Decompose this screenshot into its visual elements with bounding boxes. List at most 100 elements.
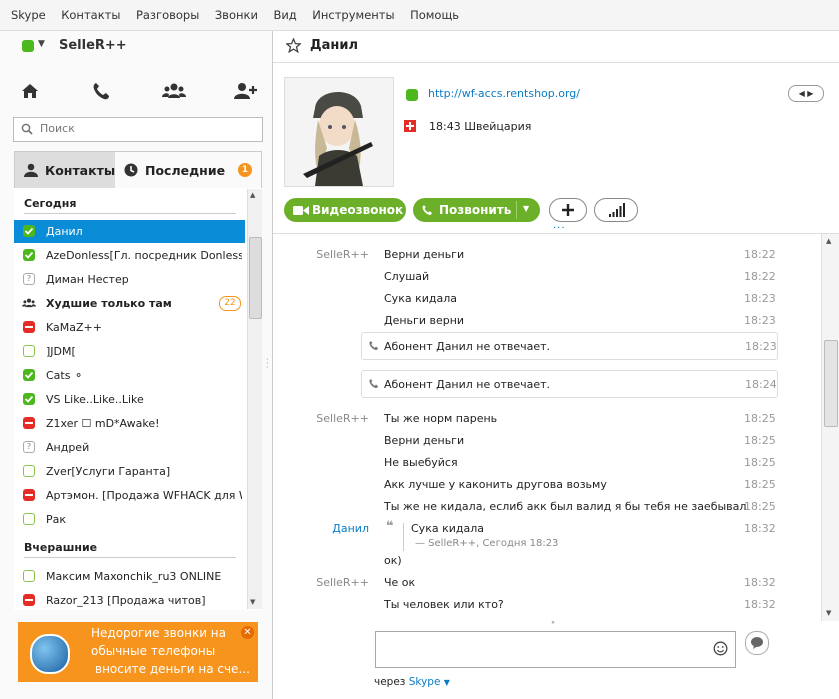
user-status-button[interactable]: ▼ [19,38,49,54]
chat-scrollbar[interactable]: ▲ ▼ [821,234,839,621]
busy-status-icon [23,489,35,501]
contact-item[interactable]: ? Андрей [14,436,245,459]
contact-name: Максим Maxonchik_ru3 ONLINE [46,570,222,583]
menu-contacts[interactable]: Контакты [61,8,120,22]
menu-view[interactable]: Вид [273,8,296,22]
contact-name: Худшие только там [46,297,172,310]
contact-item[interactable]: Cats ⚬ [14,364,245,387]
contact-list-scrollbar[interactable]: ▲ ▼ [247,189,262,609]
message-time: 18:22 [744,270,776,283]
contact-item[interactable]: VS Like..Like..Like [14,388,245,411]
contact-name: Диман Нестер [46,273,129,286]
message-text: Ты человек или кто? [384,598,504,611]
search-box[interactable] [13,117,263,142]
contact-name: Артэмон. [Продажа WFHACK для WF] [46,489,242,502]
menu-tools[interactable]: Инструменты [312,8,394,22]
home-icon[interactable] [20,81,44,103]
add-to-call-button[interactable] [549,198,587,222]
quote-source: — SelleR++, Сегодня 18:23 [415,538,559,549]
message-time: 18:22 [744,248,776,261]
message-row: Верни деньги 18:25 [273,429,823,451]
contact-item[interactable]: Максим Maxonchik_ru3 ONLINE [14,565,245,588]
star-icon[interactable] [286,38,301,53]
profile-nav-arrows[interactable]: ◀ ▶ [788,85,824,102]
via-label: через [374,676,406,688]
avatar[interactable] [284,77,394,187]
contact-item[interactable]: KaMaZ++ [14,316,245,339]
chevron-down-icon[interactable]: ▼ [444,678,450,687]
contact-item[interactable]: Данил [14,220,245,243]
scroll-down-arrow[interactable]: ▼ [250,598,255,606]
menu-conversations[interactable]: Разговоры [136,8,199,22]
divider [273,233,839,234]
scroll-up-arrow[interactable]: ▲ [826,237,831,245]
chevron-down-icon[interactable]: ▼ [523,204,529,213]
menu-help[interactable]: Помощь [410,8,459,22]
quote-icon: ❝ [386,519,394,534]
phone-icon[interactable] [91,81,115,103]
tab-contacts[interactable]: Контакты [14,151,116,188]
message-list: SelleR++ Верни деньги 18:22 Слушай 18:22 Сука… [273,243,823,623]
message-text: Сука кидала [384,292,457,305]
scrollbar-thumb[interactable] [824,340,838,427]
contact-item[interactable]: Артэмон. [Продажа WFHACK для WF] [14,484,245,507]
menu-calls[interactable]: Звонки [215,8,258,22]
phone-icon [422,205,432,215]
contact-name: ]JDM[ [46,345,76,358]
call-label: Позвонить [439,203,512,217]
busy-status-icon [23,594,35,606]
search-input[interactable] [38,121,257,136]
contact-item[interactable]: Razor_213 [Продажа читов] [14,589,245,612]
contact-item[interactable]: AzeDonless[Гл. посредник DonlessHa... [14,244,245,267]
contact-item[interactable]: ]JDM[ [14,340,245,363]
emoticon-icon[interactable] [713,641,728,656]
message-sender: SelleR++ [316,248,369,261]
local-time: 18:43 Швейцария [429,120,532,133]
contact-name: Андрей [46,441,90,454]
chat-title: Данил [310,38,358,53]
plus-icon [562,204,574,216]
offline-status-icon [23,513,35,525]
message-time: 18:25 [744,434,776,447]
online-status-icon [23,369,35,381]
send-button[interactable] [745,631,769,655]
message-text: Акк лучше у каконить другова возьму [384,478,607,491]
splitter-handle[interactable]: · · · [266,356,270,372]
ad-line-2: обычные телефоны [91,644,216,658]
message-input[interactable] [379,635,703,665]
contact-item[interactable]: ? Диман Нестер [14,268,245,291]
contact-item[interactable]: Рак [14,508,245,531]
scroll-down-arrow[interactable]: ▼ [826,609,831,617]
contact-item[interactable]: Худшие только там 22 [14,292,245,315]
group-icon[interactable] [162,81,186,103]
close-icon[interactable]: ✕ [241,626,254,639]
website-link[interactable]: http://wf-accs.rentshop.org/ [428,87,580,100]
call-button[interactable]: Позвонить ▼ [413,198,540,222]
contact-item[interactable]: Z1xer ☐ mD*Awake! [14,412,245,435]
add-contact-icon[interactable] [233,81,257,103]
busy-status-icon [23,321,35,333]
message-row: SelleR++ Че ок 18:32 [273,571,823,593]
group-icon [22,297,36,312]
call-quality-button[interactable] [594,198,638,222]
contact-item[interactable]: Zver[Услуги Гаранта] [14,460,245,483]
user-name[interactable]: SelleR++ [59,38,127,53]
via-skype-link[interactable]: Skype [409,676,441,688]
message-row: Ты же не кидала, еслиб акк был валид я б… [273,495,823,517]
contact-name: Z1xer ☐ mD*Awake! [46,417,160,430]
message-time: 18:23 [744,292,776,305]
tab-recent[interactable]: Последние 1 [115,151,262,189]
message-text: Верни деньги [384,248,465,261]
ad-banner[interactable]: Недорогие звонки на обычные телефоны вно… [18,622,258,682]
tab-contacts-label: Контакты [45,163,116,178]
contact-name: Razor_213 [Продажа читов] [46,594,206,607]
menu-skype[interactable]: Skype [11,8,46,22]
video-call-button[interactable]: Видеозвонок [284,198,406,222]
message-input-box[interactable] [375,631,736,668]
recent-badge: 1 [238,163,252,177]
compose-expand-dot[interactable]: ° [551,620,555,629]
scroll-up-arrow[interactable]: ▲ [250,191,255,199]
scrollbar-thumb[interactable] [249,237,262,319]
message-row: Слушай 18:22 [273,265,823,287]
ad-line-3: вносите деньги на сче... [95,662,250,676]
